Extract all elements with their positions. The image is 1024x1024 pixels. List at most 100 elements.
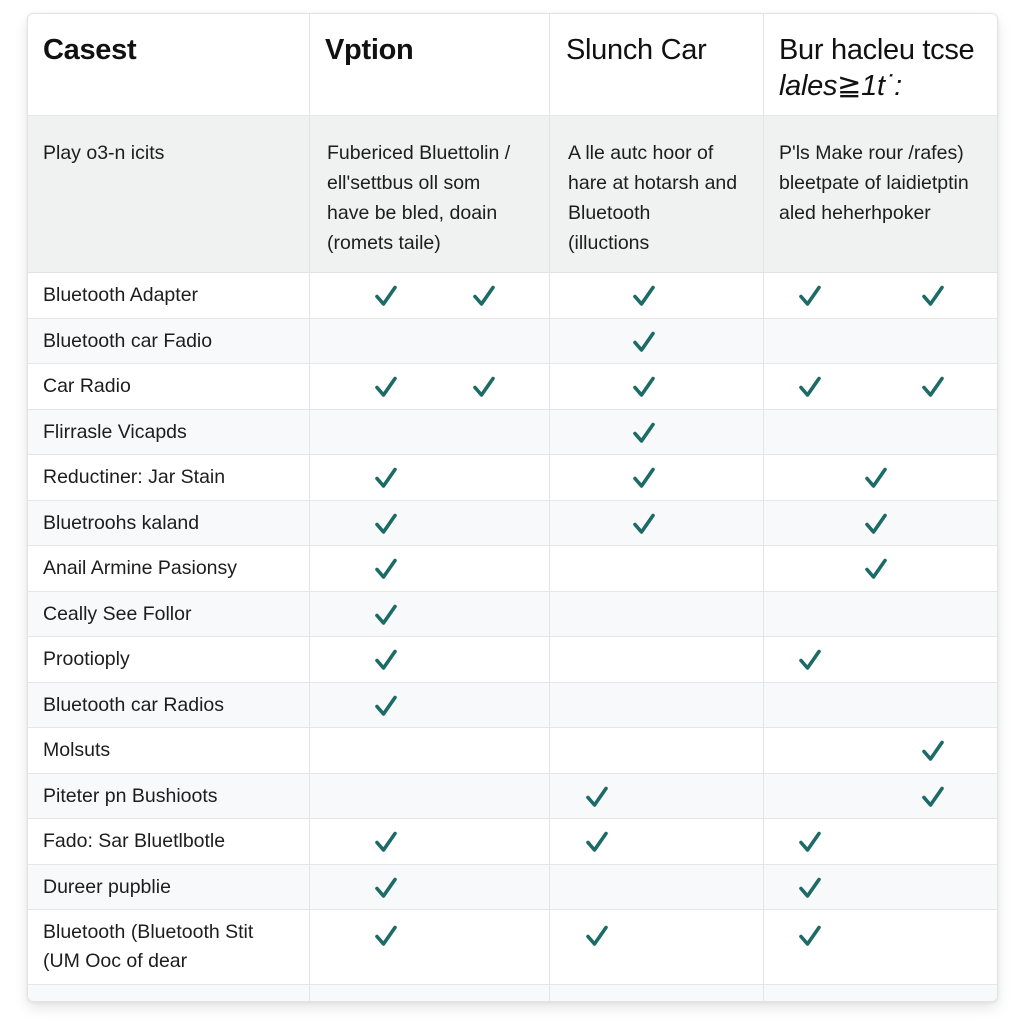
table-row: Bluetooth Adapter [28,273,997,319]
description-line: ell'settbus oll som [327,172,481,194]
column-divider [763,14,764,1001]
table-row: Piteter pn Bushioots [28,773,997,819]
checkmark-icon [373,648,399,672]
row-label-line: Bluetroohs kaland [43,511,200,534]
row-label-line: Flirrasle Vicapds [43,420,187,443]
description-bur: P'ls Make rour /rafes) bleetpate of laidi… [779,138,969,228]
checkmark-icon [631,284,657,308]
row-label: Fado: Sar Bluetlbotle [43,827,225,856]
row-label: Piteter pn Bushioots [43,782,218,811]
row-label: Prootioply [43,645,130,674]
row-label: Ceally See Follor [43,600,191,629]
description-line: hare at hotarsh and [568,172,738,194]
row-label-line: Ceally See Follor [43,602,192,625]
checkmark-icon [471,375,497,399]
column-header-slunch-car: Slunch Car [566,34,707,66]
column-header-casest: Casest [43,34,137,66]
description-line: bleetpate of laidietptin [779,172,969,194]
description-line: Bluetooth [568,202,651,224]
table-row: Dureer pupblie [28,864,997,910]
table-footer-band [28,985,997,1001]
row-label: Bluetroohs kaland [43,509,199,538]
checkmark-icon [920,785,946,809]
table-row: Anail Armine Pasionsy [28,546,997,592]
checkmark-icon [373,876,399,900]
table-row: Bluetooth car Radios [28,682,997,728]
row-label-line: Car Radio [43,375,131,397]
checkmark-icon [584,785,610,809]
table-row: Car Radio [28,364,997,410]
row-label: Flirrasle Vicapds [43,418,187,447]
row-label-line: Anail Armine Pasionsy [43,557,238,579]
table-row: Fado: Sar Bluetlbotle [28,819,997,865]
checkmark-icon [920,284,946,308]
row-label: Bluetooth car Radios [43,691,224,720]
column-header-bur-line1: Bur hacleu tcse [779,34,975,66]
row-label-line: Fado: Sar Bluetlbotle [43,830,226,852]
checkmark-icon [373,466,399,490]
checkmark-icon [797,284,823,308]
checkmark-icon [920,739,946,763]
description-line: Play o3-n icits [43,142,165,164]
description-line: P'ls Make rour /rafes) [779,142,964,164]
checkmark-icon [373,603,399,627]
row-label: Molsuts [43,736,110,765]
checkmark-icon [373,830,399,854]
row-label-line: Reductiner: Jar Stain [43,466,226,488]
table-row: Prootioply [28,637,997,683]
table-row: Flirrasle Vicapds [28,409,997,455]
checkmark-icon [797,924,823,948]
table-row: Reductiner: Jar Stain [28,455,997,501]
table-row: Ceally See Follor [28,591,997,637]
header-row: Casest Vption Slunch Car Bur hacleu tcse… [28,14,997,116]
description-line: (illuctions [568,232,650,254]
checkmark-icon [631,512,657,536]
column-header-vption: Vption [325,34,414,66]
checkmark-icon [631,375,657,399]
row-label-line: Bluetooth car Radios [43,693,225,716]
row-label-line: Dureer pupblie [43,875,171,898]
row-label-line: Piteter pn Bushioots [43,784,218,807]
checkmark-icon [373,512,399,536]
table-row: Molsuts [28,728,997,774]
description-line: aled heherhpoker [779,202,931,224]
row-label-line: (UM Ooc of dear [43,950,188,972]
checkmark-icon [373,694,399,718]
column-header-bur-line2: lales≧1t˙: [779,70,902,102]
column-header-bur: Bur hacleu tcse lales≧1t˙: [779,32,975,104]
row-label-line: Prootioply [43,648,130,670]
table-row: Bluetroohs kaland [28,500,997,546]
row-label: Anail Armine Pasionsy [43,554,237,583]
row-label: Car Radio [43,372,131,401]
checkmark-icon [631,421,657,445]
description-row: Play o3-n icits Fubericed Bluettolin / el… [28,116,997,273]
table-row: Bluetooth (Bluetooth Stit (UM Ooc of dear [28,910,997,985]
comparison-table: Casest Vption Slunch Car Bur hacleu tcse… [27,13,998,1002]
checkmark-icon [863,512,889,536]
checkmark-icon [373,557,399,581]
row-label: Reductiner: Jar Stain [43,463,225,492]
description-line: A lle autc hoor of [568,142,714,164]
checkmark-icon [631,466,657,490]
description-line: have be bled, doain [327,202,498,224]
checkmark-icon [920,375,946,399]
description-vption: Fubericed Bluettolin / ell'settbus oll so… [327,138,510,258]
checkmark-icon [797,648,823,672]
checkmark-icon [584,924,610,948]
description-line: (romets taile) [327,232,441,254]
description-line: Fubericed Bluettolin / [327,142,511,164]
row-label: Dureer pupblie [43,873,171,902]
column-divider [549,14,550,1001]
description-slunch-car: A lle autc hoor of hare at hotarsh and Blu… [568,138,737,258]
checkmark-icon [471,284,497,308]
row-label: Bluetooth (Bluetooth Stit (UM Ooc of dear [43,918,253,976]
row-label-line: Molsuts [43,739,111,761]
checkmark-icon [797,876,823,900]
checkmark-icon [373,284,399,308]
row-label: Bluetooth Adapter [43,281,198,310]
description-casest: Play o3-n icits [43,138,164,168]
checkmark-icon [373,924,399,948]
row-label: Bluetooth car Fadio [43,327,212,356]
checkmark-icon [863,557,889,581]
row-label-line: Bluetooth car Fadio [43,329,213,352]
